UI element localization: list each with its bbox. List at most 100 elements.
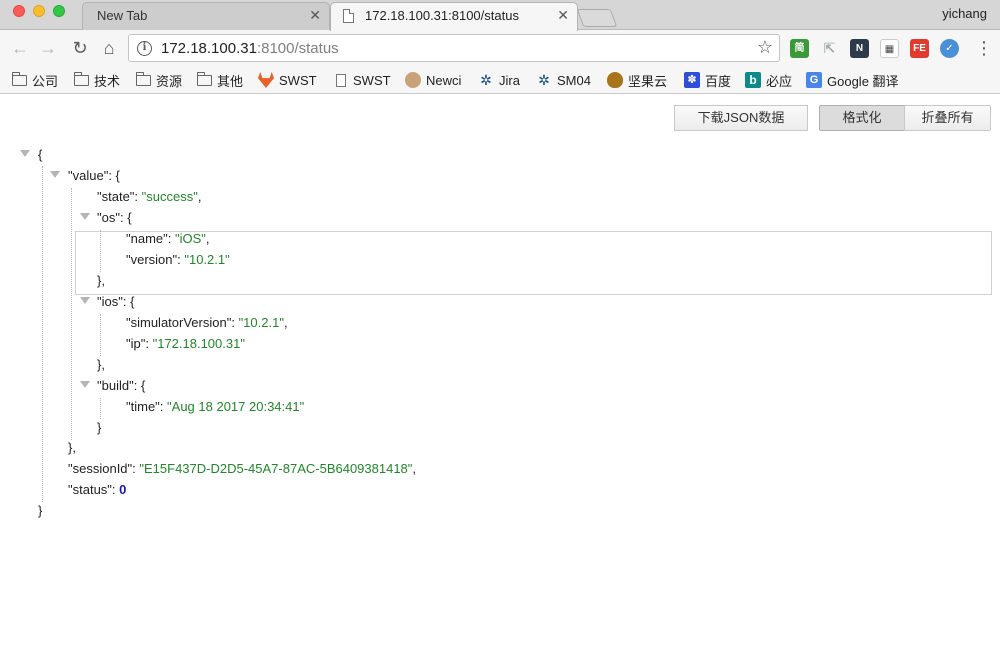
info-icon[interactable]: i [137,41,152,56]
bookmark-baidu[interactable]: ✽ 百度 [684,71,731,89]
new-tab-button[interactable] [576,9,618,27]
bookmark-label: SM04 [557,72,591,88]
bookmark-jira[interactable]: ✲ Jira [478,71,520,89]
collapse-all-button[interactable]: 折叠所有 [904,105,991,131]
indent-guide [100,398,101,419]
n-icon[interactable]: N [850,39,869,58]
bookmark-label: Newci [426,72,462,88]
bookmark-folder-other[interactable]: 其他 [197,71,243,89]
folder-icon [74,71,89,86]
toolbar: ← → ↻ ⌂ i 172.18.100.31:8100/status ☆ 简 … [0,30,1000,67]
bookmark-folder-tech[interactable]: 技术 [74,71,120,89]
bookmark-label: Jira [499,72,520,88]
qr-icon[interactable]: ▦ [880,39,899,58]
bookmark-label: SWST [353,72,391,88]
reload-icon[interactable]: ↻ [70,38,90,58]
gitlab-icon [258,72,274,88]
bookmark-label: 必应 [766,73,793,89]
collapse-toggle-icon[interactable] [80,297,90,304]
indent-guide [71,188,72,440]
close-icon[interactable]: ✕ [557,7,569,23]
folder-icon [197,71,212,86]
bookmark-label: SWST [279,72,317,88]
json-line: } [97,420,102,435]
address-bar[interactable]: i 172.18.100.31:8100/status ☆ [128,34,780,62]
v-icon[interactable]: ✓ [940,39,959,58]
page-icon [336,73,346,87]
folder-icon [136,71,151,86]
bookmark-swst-page[interactable]: SWST [336,71,391,89]
json-line: } [38,503,43,518]
json-line: "ios": { [97,294,135,309]
bookmark-label: 百度 [705,73,732,89]
zoom-window-button[interactable] [53,5,65,17]
url-text[interactable]: 172.18.100.31:8100/status [161,40,339,57]
json-line: "status": 0 [68,482,127,497]
json-line: "time": "Aug 18 2017 20:34:41" [126,399,305,414]
bookmark-folder-resources[interactable]: 资源 [136,71,182,89]
bookmarks-bar: 公司 技术 资源 其他 SWST SWST Newci ✲ Jira ✲ SM04 … [0,67,1000,94]
json-line: "state": "success", [97,189,202,204]
json-line: { [38,147,43,162]
home-icon[interactable]: ⌂ [99,38,119,58]
forward-icon[interactable]: → [38,38,58,58]
collapse-toggle-icon[interactable] [80,213,90,220]
json-line: }, [97,357,105,372]
json-line: "version": "10.2.1" [126,252,230,267]
translate-icon: G [806,72,822,88]
url-path: :8100/status [256,40,339,57]
bookmark-jianguoyun[interactable]: 坚果云 [607,71,667,89]
tab-title: New Tab [97,8,148,23]
bookmark-label: 公司 [32,73,59,89]
json-line: "simulatorVersion": "10.2.1", [126,315,288,330]
indent-guide [100,230,101,272]
json-line: "sessionId": "E15F437D-D2D5-45A7-87AC-5B… [68,461,417,476]
format-button[interactable]: 格式化 [819,105,905,131]
close-icon[interactable]: ✕ [309,7,321,23]
baidu-icon: ✽ [684,72,700,88]
bookmark-label: Google 翻译 [827,73,899,89]
collapse-toggle-icon[interactable] [20,150,30,157]
jenkins-icon [405,72,421,88]
bookmark-label: 技术 [94,73,121,89]
json-line: }, [97,273,105,288]
json-line: "value": { [68,168,120,183]
jian-icon[interactable]: 简 [790,39,809,58]
bookmark-newci[interactable]: Newci [405,71,461,89]
bookmark-label: 资源 [156,73,183,89]
tab-title: 172.18.100.31:8100/status [365,8,519,23]
profile-name[interactable]: yichang [942,6,987,21]
bing-icon: b [745,72,761,88]
bookmark-label: 坚果云 [628,73,668,89]
tab-new-tab[interactable]: New Tab ✕ [82,2,330,30]
fe-icon[interactable]: FE [910,39,929,58]
jira-icon: ✲ [480,72,492,88]
json-line: "ip": "172.18.100.31" [126,336,245,351]
collapse-toggle-icon[interactable] [50,171,60,178]
bookmark-sm04[interactable]: ✲ SM04 [536,71,591,89]
bookmark-folder-company[interactable]: 公司 [12,71,58,89]
minimize-window-button[interactable] [33,5,45,17]
url-host: 172.18.100.31 [161,40,257,57]
bookmark-google-translate[interactable]: G Google 翻译 [806,71,899,89]
bookmark-star-icon[interactable]: ☆ [757,37,773,58]
indent-guide [42,166,43,502]
json-line: "os": { [97,210,132,225]
download-json-button[interactable]: 下载JSON数据 [674,105,808,131]
collapse-toggle-icon[interactable] [80,381,90,388]
folder-icon [12,71,27,86]
json-line: "build": { [97,378,146,393]
close-window-button[interactable] [13,5,25,17]
tab-strip: New Tab ✕ 172.18.100.31:8100/status ✕ yi… [0,0,1000,31]
menu-icon[interactable]: ⋮ [975,38,993,58]
bookmark-bing[interactable]: b 必应 [745,71,792,89]
cursor-icon[interactable]: ⇱ [820,39,839,58]
jira-icon: ✲ [538,72,550,88]
bookmark-label: 其他 [217,73,244,89]
bookmark-swst-gitlab[interactable]: SWST [258,71,317,89]
tab-status-page[interactable]: 172.18.100.31:8100/status ✕ [330,2,578,31]
json-line: "name": "iOS", [126,231,210,246]
indent-guide [100,314,101,356]
page-icon [343,9,354,23]
back-icon[interactable]: ← [10,38,30,58]
